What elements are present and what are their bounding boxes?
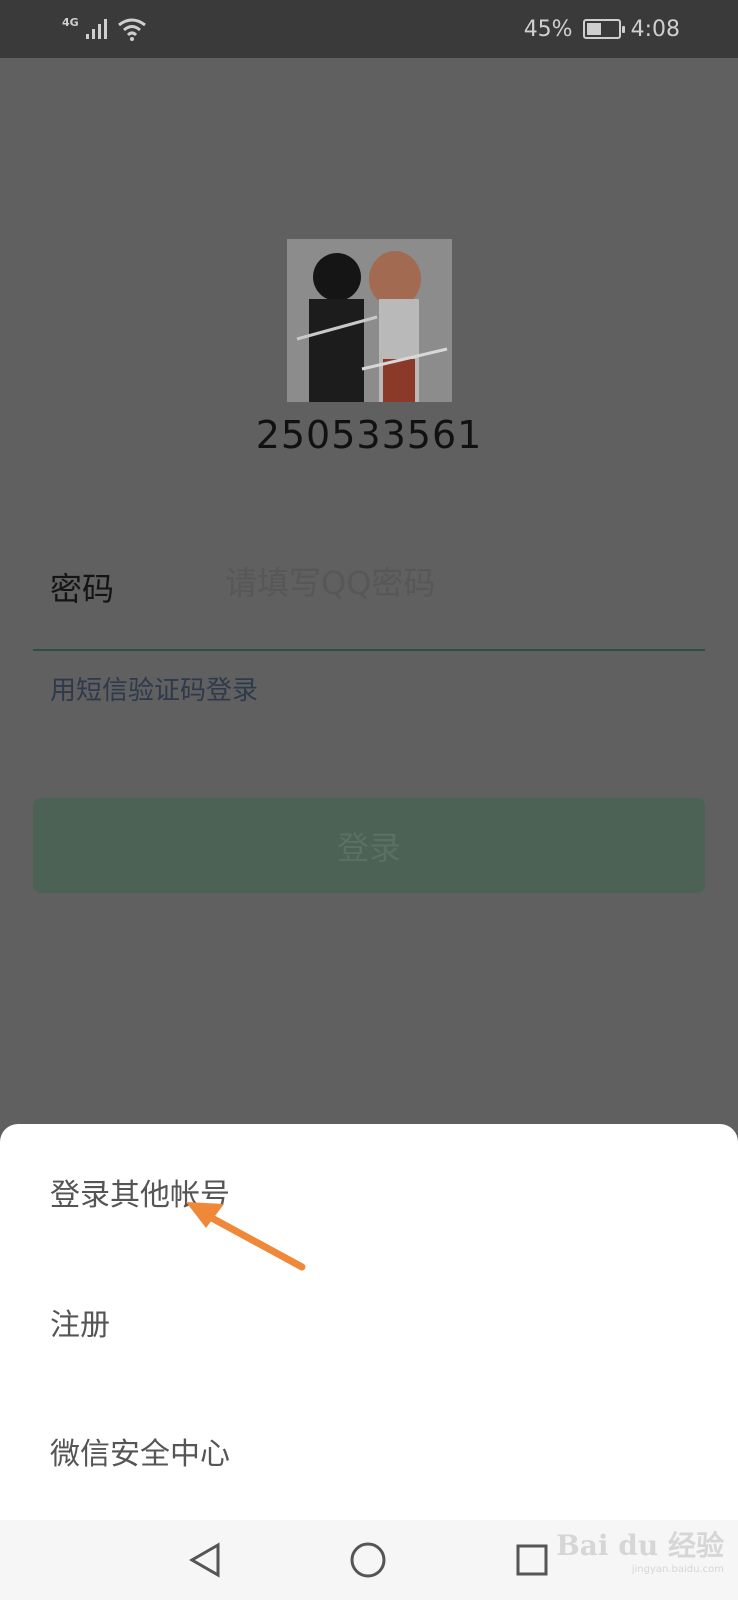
battery-fill	[586, 23, 601, 35]
password-underline	[33, 649, 705, 651]
clock: 4:08	[630, 16, 680, 42]
status-right: 45% 4:08	[524, 12, 680, 46]
avatar-image	[287, 239, 452, 402]
bottom-sheet: 登录其他帐号 注册 微信安全中心	[0, 1124, 738, 1520]
back-icon[interactable]	[183, 1538, 227, 1582]
watermark-sub: jingyan.baidu.com	[631, 1564, 724, 1575]
password-label: 密码	[50, 570, 115, 608]
avatar[interactable]	[287, 239, 452, 402]
login-page-dimmed: 250533561 密码 用短信验证码登录 登录	[0, 58, 738, 1125]
navigation-bar: Bai du 经验 jingyan.baidu.com	[0, 1520, 738, 1600]
wifi-icon	[117, 18, 146, 41]
password-input[interactable]	[225, 558, 685, 608]
battery-icon	[582, 19, 625, 39]
watermark-main: Bai du 经验	[556, 1529, 724, 1562]
signal-icon	[85, 19, 107, 39]
status-left: 4G	[62, 14, 147, 44]
recents-icon[interactable]	[510, 1538, 554, 1582]
home-icon[interactable]	[346, 1538, 390, 1582]
status-bar: 4G 45% 4:08	[0, 0, 738, 58]
login-other-account-item[interactable]: 登录其他帐号	[50, 1170, 230, 1214]
network-type: 4G	[62, 15, 79, 29]
register-item[interactable]: 注册	[50, 1300, 110, 1344]
account-number: 250533561	[255, 413, 483, 457]
sms-login-link[interactable]: 用短信验证码登录	[50, 670, 258, 707]
login-button[interactable]: 登录	[33, 798, 705, 893]
battery-percent: 45%	[523, 16, 573, 42]
wechat-security-center-item[interactable]: 微信安全中心	[50, 1429, 230, 1473]
watermark: Bai du 经验 jingyan.baidu.com	[556, 1524, 724, 1575]
